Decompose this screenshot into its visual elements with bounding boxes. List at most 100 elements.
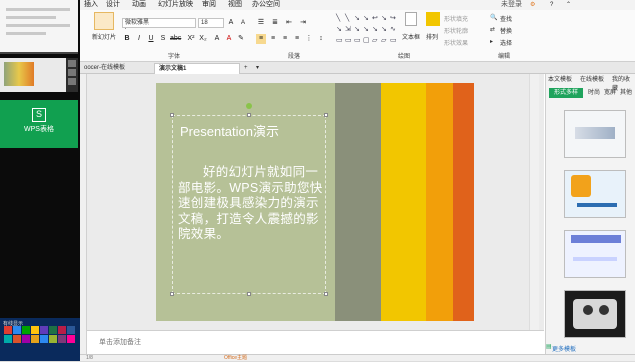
resize-handle[interactable] xyxy=(170,292,174,296)
numbering-icon[interactable]: ≣ xyxy=(270,18,280,28)
tab-presentation1[interactable]: 演示文稿1 xyxy=(154,63,240,74)
filter-fashion[interactable]: 时尚 xyxy=(588,88,600,98)
template-card[interactable] xyxy=(564,230,626,278)
help-icon[interactable]: ? xyxy=(550,0,553,10)
window-thumbnail-presentation[interactable] xyxy=(0,58,78,92)
replace-icon: ⇄ xyxy=(490,27,496,33)
tp-tab-doc-templates[interactable]: 本文模板 xyxy=(548,74,572,83)
decrease-indent-icon[interactable]: ⇤ xyxy=(284,18,294,28)
new-slide-label[interactable]: 新幻灯片 xyxy=(92,32,116,41)
underline-button[interactable]: U xyxy=(146,34,156,44)
tp-tab-online-templates[interactable]: 在线模板 xyxy=(580,74,604,83)
slide-thumbnail-panel[interactable] xyxy=(80,74,87,354)
template-card[interactable] xyxy=(564,290,626,338)
tab-online-templates[interactable]: oocer-在线模板 xyxy=(80,63,129,74)
align-center-button[interactable]: ≡ xyxy=(268,34,278,44)
arrange-icon[interactable] xyxy=(426,12,440,26)
login-status[interactable]: 未登录 xyxy=(501,0,522,10)
stripe-yellow xyxy=(381,83,426,321)
strikethrough-button[interactable]: abc xyxy=(170,34,181,44)
new-slide-icon[interactable] xyxy=(94,12,114,30)
font-size-select[interactable]: 18 xyxy=(198,18,224,28)
justify-button[interactable]: ≡ xyxy=(292,34,302,44)
template-card[interactable] xyxy=(564,170,626,218)
distribute-button[interactable]: ⋮ xyxy=(304,34,314,44)
slide[interactable]: Presentation演示 好的幻灯片就如同一部电影。WPS演示助您快速创建极… xyxy=(156,83,474,321)
notes-pane[interactable]: 单击添加备注 xyxy=(87,330,544,354)
tab-list-icon[interactable]: ▾ xyxy=(252,63,263,74)
superscript-button[interactable]: X² xyxy=(186,34,196,44)
font-group-label: 字体 xyxy=(168,54,181,60)
find-button[interactable]: 查找 xyxy=(500,14,512,23)
wps-presentation-window: 插入 设计 动画 幻灯片放映 审阅 视图 办公空间 未登录 ⚙ ? ⌃ 新幻灯片… xyxy=(80,0,635,361)
select-button[interactable]: 选择 xyxy=(500,38,512,47)
notes-placeholder: 单击添加备注 xyxy=(99,339,141,346)
resize-handle[interactable] xyxy=(324,113,328,117)
minimize-ribbon-icon[interactable]: ⌃ xyxy=(566,0,571,10)
textbox-label[interactable]: 文本框 xyxy=(402,32,420,41)
subscript-button[interactable]: X₂ xyxy=(198,34,208,44)
menu-slideshow[interactable]: 幻灯片放映 xyxy=(158,0,193,10)
resize-handle[interactable] xyxy=(247,113,251,117)
replace-button[interactable]: 替换 xyxy=(500,26,512,35)
more-templates-icon: ▤ xyxy=(546,344,552,350)
shape-outline-button[interactable]: 形状轮廓 xyxy=(444,26,468,35)
rotate-handle[interactable] xyxy=(246,103,252,109)
filter-widescreen[interactable]: 宽屏 xyxy=(604,88,616,98)
bold-button[interactable]: B xyxy=(122,34,132,44)
left-taskbar: S WPS表格 有线显示 xyxy=(0,0,80,361)
start-tiles xyxy=(4,326,78,343)
align-right-button[interactable]: ≡ xyxy=(280,34,290,44)
thumbnail-image xyxy=(4,62,34,86)
filter-other[interactable]: 其他 xyxy=(620,88,632,98)
align-left-button[interactable]: ≡ xyxy=(256,34,266,44)
menu-insert[interactable]: 插入 xyxy=(84,0,98,10)
menu-office-space[interactable]: 办公空间 xyxy=(252,0,280,10)
paragraph-group-label: 段落 xyxy=(288,54,301,60)
find-icon: 🔍 xyxy=(490,15,498,21)
document-tabs: oocer-在线模板 演示文稿1 + ▾ xyxy=(80,62,635,74)
bullets-icon[interactable]: ☰ xyxy=(256,18,266,28)
increase-indent-icon[interactable]: ⇥ xyxy=(298,18,308,28)
edit-group-label: 编辑 xyxy=(498,54,511,60)
italic-button[interactable]: I xyxy=(134,34,144,44)
resize-handle[interactable] xyxy=(247,292,251,296)
shrink-font-icon[interactable]: A xyxy=(238,18,248,28)
menu-design[interactable]: 设计 xyxy=(106,0,120,10)
drawing-group-label: 绘图 xyxy=(398,54,411,60)
resize-handle[interactable] xyxy=(170,113,174,117)
arrange-label[interactable]: 排列 xyxy=(426,32,438,41)
menu-review[interactable]: 审阅 xyxy=(202,0,216,10)
menu-animation[interactable]: 动画 xyxy=(132,0,146,10)
slide-title[interactable]: Presentation演示 xyxy=(180,121,279,140)
char-spacing-button[interactable]: A xyxy=(212,34,222,44)
settings-icon[interactable]: ⚙ xyxy=(530,0,535,10)
filter-varied[interactable]: 形式多样 xyxy=(549,88,583,98)
ribbon: 新幻灯片 ▾ 微软雅黑 18 A A B I U S abc X² X₂ A A… xyxy=(80,10,635,62)
font-name-select[interactable]: 微软雅黑 xyxy=(122,18,196,28)
stripe-gray xyxy=(335,83,381,321)
shape-fill-button[interactable]: 形状填充 xyxy=(444,14,468,23)
template-task-pane: 本文模板 在线模板 我的收藏 形式多样 时尚 宽屏 其他 ▤ 更多模板 xyxy=(545,74,635,354)
more-templates-link[interactable]: 更多模板 xyxy=(552,344,576,353)
status-bar: 1/8 Office主题 xyxy=(80,354,635,361)
window-thumbnail-document[interactable] xyxy=(0,0,78,54)
wps-spreadsheet-tile[interactable]: S WPS表格 xyxy=(0,100,78,148)
shadow-button[interactable]: S xyxy=(158,34,168,44)
menu-view[interactable]: 视图 xyxy=(228,0,242,10)
new-tab-button[interactable]: + xyxy=(240,63,252,74)
wps-tile-label: WPS表格 xyxy=(24,126,54,133)
font-color-button[interactable]: A xyxy=(224,34,234,44)
textbox-icon[interactable] xyxy=(405,12,417,26)
resize-handle[interactable] xyxy=(324,292,328,296)
clear-format-icon[interactable]: ✎ xyxy=(236,34,246,44)
shapes-gallery[interactable]: ╲ ╲ ↘ ↘ ↩ ↘ ↪ ↘ ⇲ ↘ ↘ ↘ ↘ ∿ ▭ ▭ ▭ ▢ ▱ ▱ ▭ xyxy=(334,14,400,50)
select-icon: ▸ xyxy=(490,39,494,45)
template-card[interactable] xyxy=(564,110,626,158)
grow-font-icon[interactable]: A xyxy=(226,18,236,28)
wps-s-icon: S xyxy=(32,108,46,122)
vertical-scrollbar[interactable] xyxy=(529,74,539,330)
line-spacing-icon[interactable]: ↕ xyxy=(316,34,326,44)
slide-body-text[interactable]: 好的幻灯片就如同一部电影。WPS演示助您快速创建极具感染力的演示文稿，打造令人震… xyxy=(178,165,328,243)
shape-effect-button[interactable]: 形状效果 xyxy=(444,38,468,47)
